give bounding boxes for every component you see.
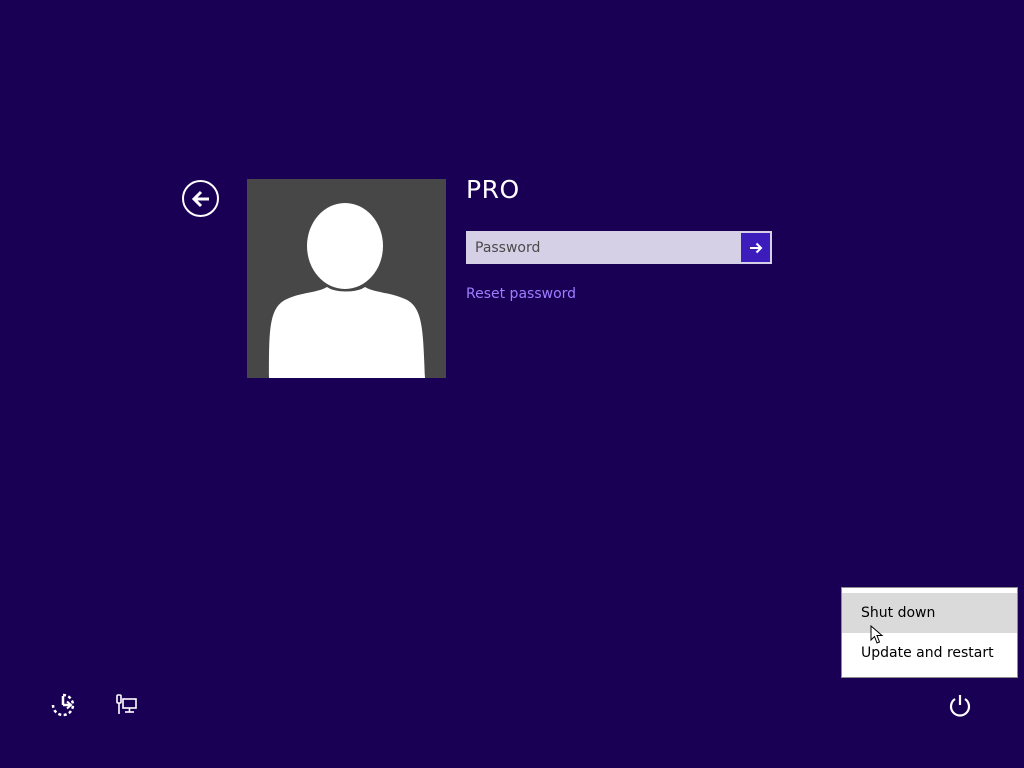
user-silhouette-icon [269,203,425,378]
power-icon [949,695,971,717]
network-icon [116,694,137,714]
power-button[interactable] [947,692,973,718]
arrow-right-icon [749,242,762,253]
network-button[interactable] [114,692,140,718]
ease-of-access-icon [51,693,75,717]
back-button[interactable] [182,180,219,217]
username: PRO [466,175,520,204]
avatar [247,179,446,378]
lock-screen: PRO Reset password Shut down Update and … [0,0,1024,768]
power-menu: Shut down Update and restart [841,587,1018,678]
menu-item-shut-down[interactable]: Shut down [842,593,1017,633]
password-input[interactable] [466,231,741,264]
reset-password-link[interactable]: Reset password [466,286,576,302]
menu-item-update-and-restart[interactable]: Update and restart [842,633,1017,673]
ease-of-access-button[interactable] [50,692,76,718]
back-arrow-icon [191,190,209,207]
submit-button[interactable] [741,231,772,264]
password-field-group [466,231,772,264]
